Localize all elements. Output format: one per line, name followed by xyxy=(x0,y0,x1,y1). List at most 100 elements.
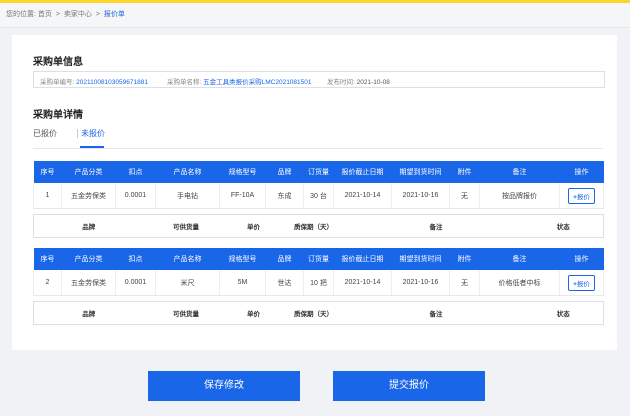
column-header: 品牌 xyxy=(33,214,144,238)
column-header: 附件 xyxy=(449,248,480,270)
quote-button-label: 报价 xyxy=(576,280,590,288)
cell-no: 2 xyxy=(33,270,62,296)
tab-divider xyxy=(77,129,78,138)
column-header: 状态 xyxy=(523,214,604,238)
column-header: 备注 xyxy=(348,214,524,238)
column-header: 可供货量 xyxy=(143,214,229,238)
cell-model: 5M xyxy=(219,270,266,296)
cell-remark: 价格低者中标 xyxy=(479,270,560,296)
supply-table-header: 品牌 可供货量 单价 质保期（天） 备注 状态 xyxy=(33,301,604,325)
publish-date-field: 发布时间: 2021-10-08 xyxy=(327,76,390,86)
column-header: 备注 xyxy=(348,301,524,325)
order-name-label: 采购单名称: xyxy=(167,79,202,86)
column-header: 操作 xyxy=(559,161,604,183)
column-header: 质保期（天） xyxy=(278,301,349,325)
breadcrumb-seller-center-link[interactable]: 卖家中心 xyxy=(64,11,92,18)
cell-remark: 按品牌报价 xyxy=(479,183,560,209)
order-info-title: 采购单信息 xyxy=(33,57,83,68)
column-header: 操作 xyxy=(559,248,604,270)
column-header: 规格型号 xyxy=(219,161,266,183)
cell-rebate: 0.0001 xyxy=(115,270,156,296)
breadcrumb-separator: > xyxy=(95,11,100,18)
quote-button-label: 报价 xyxy=(576,193,590,201)
publish-date-label: 发布时间: xyxy=(327,79,355,86)
column-header: 扣点 xyxy=(115,248,156,270)
column-header: 扣点 xyxy=(115,161,156,183)
save-changes-button[interactable]: 保存修改 xyxy=(148,371,300,401)
column-header: 期望到货时间 xyxy=(391,248,450,270)
order-no-field: 采购单编号: 20211008103059671881 xyxy=(40,76,148,86)
supply-table-header: 品牌 可供货量 单价 质保期（天） 备注 状态 xyxy=(33,214,604,238)
cell-quantity: 10 把 xyxy=(303,270,334,296)
cell-product-name: 手电钻 xyxy=(155,183,220,209)
column-header: 状态 xyxy=(523,301,604,325)
cell-model: FF-10A xyxy=(219,183,266,209)
quote-button[interactable]: +报价 xyxy=(568,274,595,291)
column-header: 产品名称 xyxy=(155,161,220,183)
column-header: 规格型号 xyxy=(219,248,266,270)
product-table-2: 序号 产品分类 扣点 产品名称 规格型号 品牌 订货量 报价截止日期 期望到货时… xyxy=(33,248,604,296)
cell-attachment: 无 xyxy=(449,183,480,209)
column-header: 报价截止日期 xyxy=(333,161,392,183)
order-no-label: 采购单编号: xyxy=(40,79,75,86)
breadcrumb-current: 报价单 xyxy=(103,11,125,18)
column-header: 序号 xyxy=(33,161,62,183)
column-header: 期望到货时间 xyxy=(391,161,450,183)
breadcrumb-prefix: 您的位置: xyxy=(6,11,36,18)
supply-table-2: 品牌 可供货量 单价 质保期（天） 备注 状态 xyxy=(33,301,604,325)
cell-rebate: 0.0001 xyxy=(115,183,156,209)
column-header: 单价 xyxy=(228,214,279,238)
quote-button[interactable]: +报价 xyxy=(568,187,595,204)
cell-no: 1 xyxy=(33,183,62,209)
cell-attachment: 无 xyxy=(449,270,480,296)
cell-deadline: 2021-10-14 xyxy=(333,183,392,209)
column-header: 订货量 xyxy=(303,161,334,183)
column-header: 品牌 xyxy=(265,161,304,183)
column-header: 备注 xyxy=(479,161,560,183)
column-header: 单价 xyxy=(228,301,279,325)
table-row: 1 五金劳保类 0.0001 手电钻 FF-10A 东成 30 台 2021-1… xyxy=(33,183,604,209)
main-panel: 采购单信息 采购单编号: 20211008103059671881 采购单名称:… xyxy=(12,35,617,350)
order-detail-title: 采购单详情 xyxy=(33,110,83,121)
column-header: 产品分类 xyxy=(61,248,116,270)
tab-quoted[interactable]: 已报价 xyxy=(33,128,57,139)
cell-expected-date: 2021-10-16 xyxy=(391,183,450,209)
cell-category: 五金劳保类 xyxy=(61,183,116,209)
column-header: 报价截止日期 xyxy=(333,248,392,270)
column-header: 订货量 xyxy=(303,248,334,270)
publish-date-value: 2021-10-08 xyxy=(356,79,390,86)
column-header: 序号 xyxy=(33,248,62,270)
order-name-field: 采购单名称: 五金工具类报价采购LMC2021081501 xyxy=(167,76,312,86)
breadcrumb-bar: 您的位置: 首页 > 卖家中心 > 报价单 xyxy=(0,3,630,28)
column-header: 附件 xyxy=(449,161,480,183)
cell-brand: 东成 xyxy=(265,183,304,209)
cell-category: 五金劳保类 xyxy=(61,270,116,296)
cell-quantity: 30 台 xyxy=(303,183,334,209)
product-table-1: 序号 产品分类 扣点 产品名称 规格型号 品牌 订货量 报价截止日期 期望到货时… xyxy=(33,161,604,209)
order-info-box: 采购单编号: 20211008103059671881 采购单名称: 五金工具类… xyxy=(33,71,605,88)
column-header: 产品名称 xyxy=(155,248,220,270)
submit-quote-button[interactable]: 提交报价 xyxy=(333,371,485,401)
column-header: 备注 xyxy=(479,248,560,270)
column-header: 品牌 xyxy=(33,301,144,325)
cell-deadline: 2021-10-14 xyxy=(333,270,392,296)
column-header: 质保期（天） xyxy=(278,214,349,238)
table-row: 2 五金劳保类 0.0001 米尺 5M 世达 10 把 2021-10-14 … xyxy=(33,270,604,296)
tabs-divider-line xyxy=(33,148,603,149)
cell-action: +报价 xyxy=(559,183,604,209)
cell-action: +报价 xyxy=(559,270,604,296)
cell-brand: 世达 xyxy=(265,270,304,296)
order-no-value: 20211008103059671881 xyxy=(76,79,148,86)
product-table-header: 序号 产品分类 扣点 产品名称 规格型号 品牌 订货量 报价截止日期 期望到货时… xyxy=(33,248,604,270)
tab-unquoted[interactable]: 未报价 xyxy=(81,128,105,139)
column-header: 可供货量 xyxy=(143,301,229,325)
order-name-value: 五金工具类报价采购LMC2021081501 xyxy=(203,79,312,86)
breadcrumb: 您的位置: 首页 > 卖家中心 > 报价单 xyxy=(6,9,125,19)
breadcrumb-home-link[interactable]: 首页 xyxy=(38,11,52,18)
column-header: 产品分类 xyxy=(61,161,116,183)
breadcrumb-separator: > xyxy=(55,11,60,18)
cell-expected-date: 2021-10-16 xyxy=(391,270,450,296)
supply-table-1: 品牌 可供货量 单价 质保期（天） 备注 状态 xyxy=(33,214,604,238)
product-table-header: 序号 产品分类 扣点 产品名称 规格型号 品牌 订货量 报价截止日期 期望到货时… xyxy=(33,161,604,183)
cell-product-name: 米尺 xyxy=(155,270,220,296)
